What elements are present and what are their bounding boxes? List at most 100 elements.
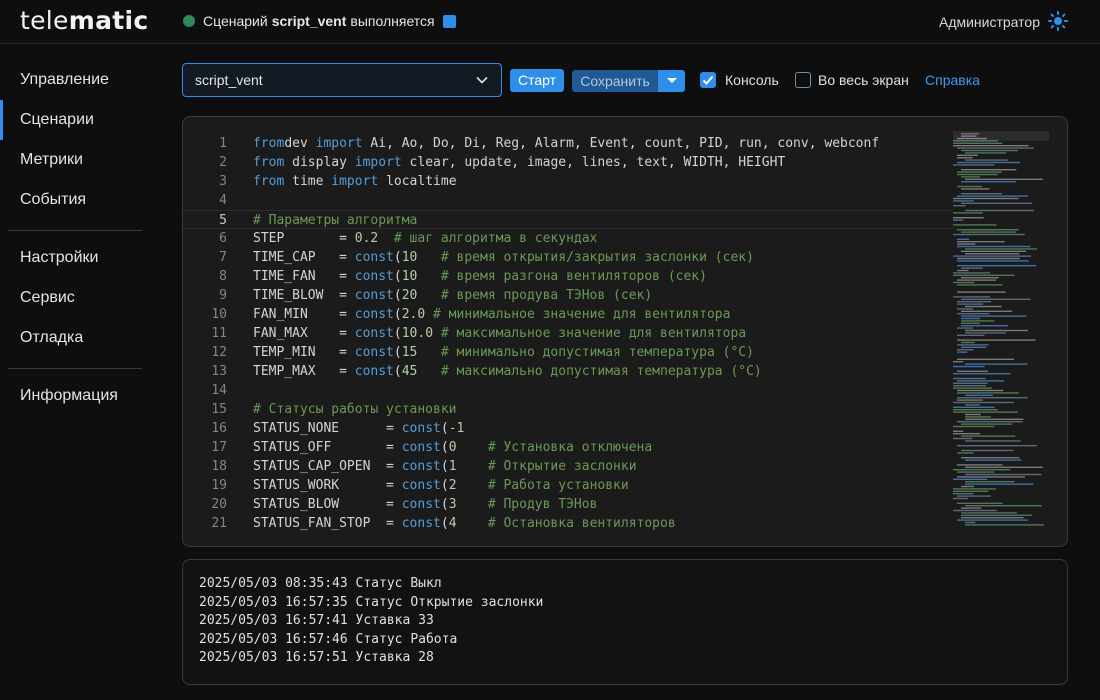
save-dropdown-button[interactable] xyxy=(658,70,685,92)
user-name[interactable]: Администратор xyxy=(939,14,1040,30)
status-script-name: script_vent xyxy=(271,13,347,29)
code-line[interactable]: 5 # Параметры алгоритма xyxy=(183,210,953,229)
code-line[interactable]: 18 STATUS_CAP_OPEN = const(1 # Открытие з… xyxy=(183,457,953,476)
top-bar: telematic Сценарий script_vent выполняет… xyxy=(0,0,1100,44)
sidebar: Управление Сценарии Метрики События Наст… xyxy=(0,44,160,700)
line-number: 16 xyxy=(211,421,227,436)
status-suffix: выполняется xyxy=(350,13,435,29)
line-number: 9 xyxy=(219,288,227,303)
code-text: FAN_MAX = const(10.0 # максимальное знач… xyxy=(253,326,747,341)
sidebar-divider xyxy=(8,230,142,231)
code-area[interactable]: 1 fromdev import Ai, Ao, Do, Di, Reg, Ala… xyxy=(183,134,953,533)
console-line: 2025/05/03 16:57:41 Уставка 33 xyxy=(199,613,434,628)
line-number: 14 xyxy=(211,383,227,398)
line-number: 3 xyxy=(219,174,227,189)
stop-icon[interactable] xyxy=(442,14,456,28)
code-text: STATUS_BLOW = const(3 # Продув ТЭНов xyxy=(253,497,598,512)
code-line[interactable]: 19 STATUS_WORK = const(2 # Работа установ… xyxy=(183,476,953,495)
help-link[interactable]: Справка xyxy=(925,72,980,88)
fullscreen-checkbox[interactable] xyxy=(795,72,811,88)
sidebar-divider xyxy=(8,368,142,369)
logo-part-bold: matic xyxy=(68,6,149,35)
line-number: 18 xyxy=(211,459,227,474)
checkmark-icon xyxy=(702,75,714,85)
code-line[interactable]: 15 # Статусы работы установки xyxy=(183,400,953,419)
code-line[interactable]: 8 TIME_FAN = const(10 # время разгона вен… xyxy=(183,267,953,286)
code-text: STATUS_OFF = const(0 # Установка отключе… xyxy=(253,440,653,455)
line-number: 20 xyxy=(211,497,227,512)
code-line[interactable]: 10 FAN_MIN = const(2.0 # минимальное знач… xyxy=(183,305,953,324)
code-text: # Статусы работы установки xyxy=(253,402,457,417)
line-number: 5 xyxy=(219,213,227,228)
code-line[interactable]: 20 STATUS_BLOW = const(3 # Продув ТЭНов xyxy=(183,495,953,514)
console-line: 2025/05/03 16:57:35 Статус Открытие засл… xyxy=(199,594,544,610)
code-text: FAN_MIN = const(2.0 # минимальное значен… xyxy=(253,307,731,322)
line-number: 7 xyxy=(219,250,227,265)
code-text: fromdev import Ai, Ao, Do, Di, Reg, Alar… xyxy=(253,136,880,151)
code-text: TIME_CAP = const(10 # время открытия/зак… xyxy=(253,250,754,265)
line-number: 2 xyxy=(219,155,227,170)
status-prefix: Сценарий xyxy=(203,13,268,29)
app-logo[interactable]: telematic xyxy=(20,6,148,35)
line-number: 1 xyxy=(219,136,227,151)
logo-part-light: tele xyxy=(20,6,69,35)
line-number: 15 xyxy=(211,402,227,417)
line-number: 11 xyxy=(211,326,227,341)
console-line: 2025/05/03 08:35:43 Статус Выкл xyxy=(199,576,442,591)
code-text: TIME_BLOW = const(20 # время продува ТЭН… xyxy=(253,288,653,303)
code-text: STATUS_CAP_OPEN = const(1 # Открытие зас… xyxy=(253,459,637,474)
code-text: from display import clear, update, image… xyxy=(253,155,786,170)
code-text: # Параметры алгоритма xyxy=(253,213,418,228)
sun-icon[interactable] xyxy=(1048,11,1068,31)
script-select[interactable]: script_vent xyxy=(182,63,502,97)
line-number: 19 xyxy=(211,478,227,493)
console-output: 2025/05/03 08:35:43 Статус Выкл 2025/05/0… xyxy=(182,559,1068,685)
sidebar-item-info[interactable]: Информация xyxy=(0,376,160,416)
code-minimap[interactable] xyxy=(953,131,1049,529)
code-line[interactable]: 21 STATUS_FAN_STOP = const(4 # Остановка … xyxy=(183,514,953,533)
code-line[interactable]: 1 fromdev import Ai, Ao, Do, Di, Reg, Ala… xyxy=(183,134,953,153)
sidebar-item-control[interactable]: Управление xyxy=(0,60,160,100)
code-text: STATUS_FAN_STOP = const(4 # Остановка ве… xyxy=(253,516,676,531)
code-line[interactable]: 9 TIME_BLOW = const(20 # время продува ТЭ… xyxy=(183,286,953,305)
chevron-down-icon xyxy=(476,76,488,84)
code-editor[interactable]: 1 fromdev import Ai, Ao, Do, Di, Reg, Ala… xyxy=(182,116,1068,547)
line-number: 21 xyxy=(211,516,227,531)
start-button[interactable]: Старт xyxy=(510,69,564,92)
line-number: 10 xyxy=(211,307,227,322)
code-text: TIME_FAN = const(10 # время разгона вент… xyxy=(253,269,707,284)
sidebar-item-metrics[interactable]: Метрики xyxy=(0,140,160,180)
sidebar-item-scenarios[interactable]: Сценарии xyxy=(0,100,160,140)
code-line[interactable]: 12 TEMP_MIN = const(15 # минимально допус… xyxy=(183,343,953,362)
code-text: TEMP_MIN = const(15 # минимально допусти… xyxy=(253,345,754,360)
code-line[interactable]: 16 STATUS_NONE = const(-1 xyxy=(183,419,953,438)
code-line[interactable]: 14 xyxy=(183,381,953,400)
code-line[interactable]: 4 xyxy=(183,191,953,210)
code-line[interactable]: 2 from display import clear, update, imag… xyxy=(183,153,953,172)
console-checkbox[interactable] xyxy=(700,72,716,88)
line-number: 17 xyxy=(211,440,227,455)
fullscreen-label[interactable]: Во весь экран xyxy=(818,72,909,88)
save-button[interactable]: Сохранить xyxy=(572,70,658,92)
code-line[interactable]: 7 TIME_CAP = const(10 # время открытия/за… xyxy=(183,248,953,267)
code-line[interactable]: 17 STATUS_OFF = const(0 # Установка отклю… xyxy=(183,438,953,457)
console-line: 2025/05/03 16:57:46 Статус Работа xyxy=(199,631,458,647)
code-text: from time import localtime xyxy=(253,174,457,189)
code-line[interactable]: 6 STEP = 0.2 # шаг алгоритма в секундах xyxy=(183,229,953,248)
status-indicator-icon xyxy=(183,15,195,27)
sidebar-item-events[interactable]: События xyxy=(0,180,160,220)
code-line[interactable]: 11 FAN_MAX = const(10.0 # максимальное зн… xyxy=(183,324,953,343)
line-number: 6 xyxy=(219,231,227,246)
code-line[interactable]: 13 TEMP_MAX = const(45 # максимально допу… xyxy=(183,362,953,381)
code-text: STATUS_NONE = const(-1 xyxy=(253,421,465,436)
code-text: TEMP_MAX = const(45 # максимально допуст… xyxy=(253,364,762,379)
script-status: Сценарий script_vent выполняется xyxy=(183,13,456,29)
line-number: 12 xyxy=(211,345,227,360)
code-text: STATUS_WORK = const(2 # Работа установки xyxy=(253,478,629,493)
sidebar-item-settings[interactable]: Настройки xyxy=(0,238,160,278)
line-number: 4 xyxy=(219,193,227,208)
code-line[interactable]: 3 from time import localtime xyxy=(183,172,953,191)
console-label[interactable]: Консоль xyxy=(725,72,779,88)
sidebar-item-service[interactable]: Сервис xyxy=(0,278,160,318)
sidebar-item-debug[interactable]: Отладка xyxy=(0,318,160,358)
